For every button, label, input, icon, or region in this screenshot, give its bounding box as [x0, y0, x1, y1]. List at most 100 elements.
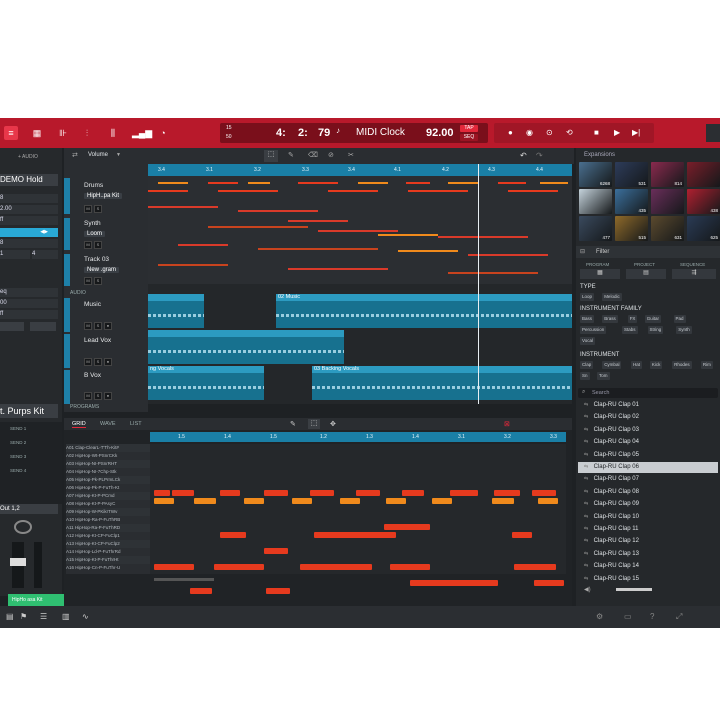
- param-val-1[interactable]: 00: [0, 299, 58, 308]
- menu-icon[interactable]: ≡: [4, 126, 18, 140]
- solo-button[interactable]: S: [94, 205, 102, 213]
- solo-button[interactable]: S: [94, 241, 102, 249]
- seq-mode-button[interactable]: SEQ: [460, 134, 478, 141]
- filter-tag[interactable]: Vocal: [580, 337, 596, 345]
- pad-note[interactable]: [300, 564, 372, 570]
- pad-note[interactable]: [244, 498, 264, 504]
- pad-row[interactable]: A10 HipHop-Ra-P-FuThRB: [66, 516, 150, 524]
- pad-row[interactable]: A14 HipHop-Ld-P-FuThrRd: [66, 548, 150, 556]
- tab-wave[interactable]: WAVE: [100, 421, 116, 427]
- library-item[interactable]: ⇆ Clap-RU Clap 02: [578, 412, 718, 423]
- help-icon[interactable]: ?: [650, 612, 654, 621]
- send-3[interactable]: SEND 3: [10, 454, 26, 459]
- pad-note[interactable]: [432, 498, 452, 504]
- mute-button[interactable]: M: [84, 241, 92, 249]
- pad-note[interactable]: [190, 588, 212, 594]
- track-name-b-vox[interactable]: B Vox: [84, 372, 101, 379]
- send-1[interactable]: SEND 1: [10, 426, 26, 431]
- midi-note[interactable]: [540, 182, 568, 184]
- tick-counter[interactable]: 79: [318, 127, 330, 139]
- pad-note[interactable]: [220, 490, 240, 496]
- pad-row[interactable]: A12 HipHop-Kt-CP-FuClp1: [66, 532, 150, 540]
- solo-button[interactable]: S: [94, 358, 102, 366]
- pencil-icon[interactable]: ✎: [290, 420, 296, 428]
- pad-note[interactable]: [514, 564, 556, 570]
- track-name-lead-vox[interactable]: Lead Vox: [84, 337, 111, 344]
- pad-row[interactable]: A04 HipHop-NI-7Chp-Stk: [66, 468, 150, 476]
- select-tool-icon[interactable]: ⬚: [264, 150, 278, 162]
- filter-tag[interactable]: Cymbal: [602, 361, 622, 369]
- expansion-thumbnail[interactable]: 6268: [579, 162, 612, 187]
- midi-note[interactable]: [178, 244, 228, 246]
- small-button-b[interactable]: [30, 322, 56, 331]
- levels-icon[interactable]: ▂▄▆: [132, 126, 152, 140]
- expansion-thumbnail[interactable]: 435: [615, 189, 648, 214]
- metronome-icon[interactable]: ♪: [336, 126, 340, 135]
- library-item[interactable]: ⇆ Clap-RU Clap 13: [578, 549, 718, 560]
- playhead[interactable]: [478, 164, 479, 404]
- sequence-filter-icon[interactable]: ⇶: [672, 269, 716, 279]
- stop-record-icon[interactable]: ⊙: [546, 128, 553, 137]
- pad-note[interactable]: [390, 564, 430, 570]
- midi-note[interactable]: [288, 268, 388, 270]
- pan-knob[interactable]: [14, 520, 32, 534]
- editor-ruler[interactable]: 1.5 1.4 1.5 1.2 1.3 1.4 3.1 3.2 3.3: [150, 432, 566, 442]
- filter-tab-project[interactable]: PROJECT: [634, 262, 655, 267]
- loop-icon[interactable]: ⟲: [566, 128, 573, 137]
- waveform-icon[interactable]: ∿: [82, 612, 89, 621]
- param-row-3[interactable]: ff: [0, 216, 58, 225]
- filter-tag[interactable]: FX: [627, 315, 638, 323]
- filter-tag[interactable]: Kick: [649, 361, 663, 369]
- filter-tag[interactable]: Percussion: [580, 326, 607, 334]
- search-field[interactable]: ⌕ Search: [578, 388, 718, 398]
- send-2[interactable]: SEND 2: [10, 440, 26, 445]
- midi-note[interactable]: [468, 254, 548, 256]
- send-4[interactable]: SEND 4: [10, 468, 26, 473]
- pad-note[interactable]: [292, 498, 312, 504]
- eraser-icon[interactable]: ⌫: [308, 151, 318, 159]
- library-item[interactable]: ⇆ Clap-RU Clap 10: [578, 512, 718, 523]
- pad-note[interactable]: [214, 564, 264, 570]
- midi-note[interactable]: [398, 250, 458, 252]
- track-name-music[interactable]: Music: [84, 301, 101, 308]
- library-item[interactable]: ⇆ Clap-RU Clap 08: [578, 487, 718, 498]
- midi-note[interactable]: [406, 182, 430, 184]
- filter-tag[interactable]: Clap: [580, 361, 594, 369]
- midi-note[interactable]: [148, 206, 218, 208]
- eq-icon[interactable]: ⫼: [106, 126, 120, 140]
- midi-note[interactable]: [498, 182, 526, 184]
- stop-icon[interactable]: ■: [594, 128, 599, 137]
- pad-note[interactable]: [534, 580, 564, 586]
- expansion-thumbnail[interactable]: 531: [615, 162, 648, 187]
- mute-button[interactable]: M: [84, 392, 92, 400]
- library-item[interactable]: ⇆ Clap-RU Clap 04: [578, 437, 718, 448]
- tab-list[interactable]: LIST: [130, 421, 142, 427]
- midi-note[interactable]: [238, 210, 318, 212]
- play-icon[interactable]: ▶: [614, 128, 620, 137]
- library-item[interactable]: ⇆ Clap-RU Clap 09: [578, 499, 718, 510]
- filter-tag[interactable]: Bass: [580, 315, 595, 323]
- overdub-icon[interactable]: ◉: [526, 128, 533, 137]
- record-editor-icon[interactable]: ⊠: [504, 420, 510, 428]
- track-program-synth[interactable]: Loom: [84, 231, 106, 237]
- beat-counter[interactable]: 2:: [298, 127, 308, 139]
- midi-note[interactable]: [448, 182, 478, 184]
- small-button-a[interactable]: [0, 322, 24, 331]
- pad-row[interactable]: A07 HipHop-Kt-P-PCmd: [66, 492, 150, 500]
- param-row-5a[interactable]: 1: [0, 250, 30, 259]
- browser-scrollbar[interactable]: [616, 588, 652, 591]
- pad-note[interactable]: [356, 490, 380, 496]
- scroll-tool-icon[interactable]: ✥: [330, 420, 336, 428]
- midi-note[interactable]: [148, 190, 188, 192]
- expansion-thumbnail[interactable]: 515: [615, 216, 648, 241]
- expansion-thumbnail[interactable]: [687, 162, 720, 187]
- pencil-icon[interactable]: ✎: [288, 151, 294, 159]
- param-val-2[interactable]: ff: [0, 310, 58, 319]
- library-item[interactable]: ⇆ Clap-RU Clap 15: [578, 574, 718, 585]
- midi-note[interactable]: [158, 182, 188, 184]
- expansion-thumbnail[interactable]: [579, 189, 612, 214]
- output-select[interactable]: Out 1,2: [0, 504, 58, 514]
- pad-note[interactable]: [220, 532, 246, 538]
- program-name[interactable]: DEMO Hold: [0, 174, 58, 186]
- filter-tag[interactable]: Guitar: [644, 315, 661, 323]
